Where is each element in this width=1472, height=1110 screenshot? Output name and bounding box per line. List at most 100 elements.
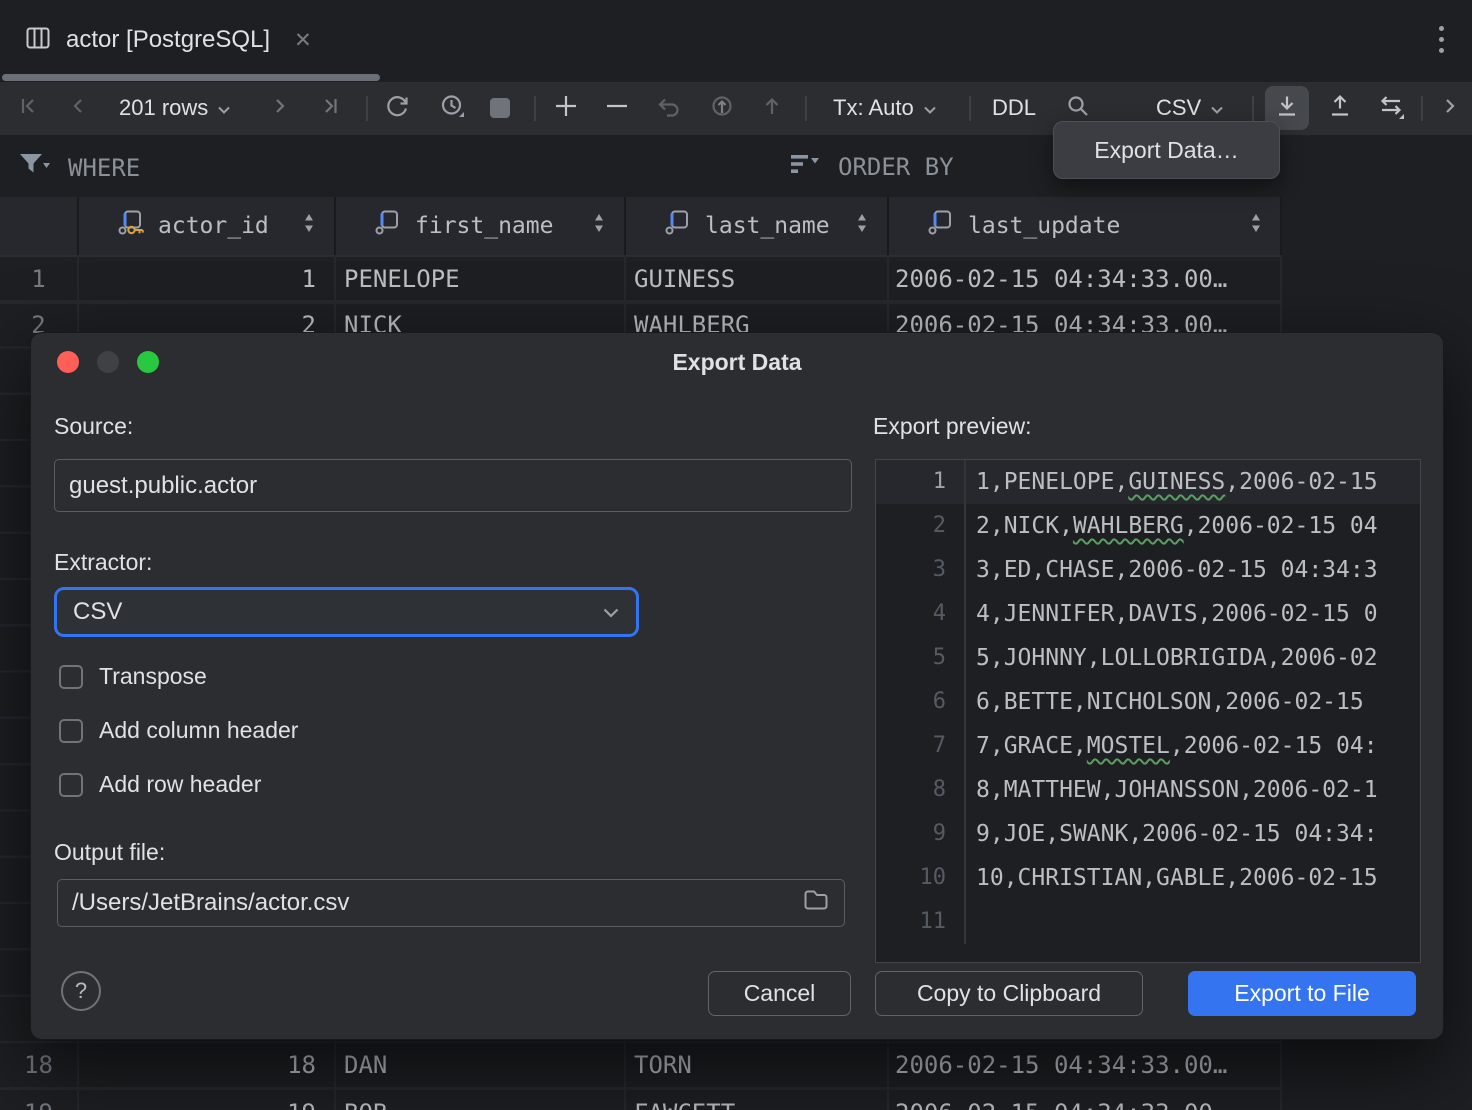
revert-circle-icon <box>708 92 736 125</box>
cell-last-update[interactable]: 2006-02-15 04:34:33.00… <box>887 265 1281 293</box>
table-row[interactable]: 1 1 PENELOPE GUINESS 2006-02-15 04:34:33… <box>0 256 1281 304</box>
sort-toggle-icon[interactable] <box>592 211 606 241</box>
column-name: last_update <box>968 213 1120 239</box>
column-header-first-name[interactable]: first_name <box>334 197 624 255</box>
cell-actor-id[interactable]: 19 <box>77 1099 334 1110</box>
line-text: 6,BETTE,NICHOLSON,2006-02-15 <box>966 689 1378 715</box>
sort-toggle-icon[interactable] <box>855 211 869 241</box>
toolbar-separator <box>534 96 536 121</box>
checkbox-unchecked-icon[interactable] <box>59 665 83 689</box>
sort-toggle-icon[interactable] <box>1249 211 1263 241</box>
line-text: 4,JENNIFER,DAVIS,2006-02-15 0 <box>966 601 1378 627</box>
row-count-dropdown[interactable]: 201 rows <box>119 86 231 130</box>
chevron-right-icon <box>267 93 293 124</box>
previous-page-button[interactable] <box>56 86 100 130</box>
table-icon <box>24 24 52 57</box>
compare-data-button[interactable] <box>1369 86 1413 130</box>
tab-bar: actor [PostgreSQL] ✕ <box>0 0 1472 82</box>
column-name: last_name <box>705 213 830 239</box>
column-header-last-update[interactable]: last_update <box>887 197 1281 255</box>
download-icon <box>1273 92 1301 125</box>
tab-title: actor [PostgreSQL] <box>66 26 270 54</box>
line-number: 6 <box>876 680 966 724</box>
source-value: guest.public.actor <box>69 472 257 500</box>
arrow-up-icon <box>758 92 786 125</box>
cell-first-name[interactable]: BOB <box>334 1099 624 1110</box>
export-to-file-button[interactable]: Export to File <box>1188 971 1416 1016</box>
output-file-field[interactable]: /Users/JetBrains/actor.csv <box>57 879 845 927</box>
extractor-label: Extractor: <box>54 549 152 576</box>
add-row-button[interactable] <box>544 86 588 130</box>
cell-actor-id[interactable]: 1 <box>77 265 334 293</box>
submit-changes-button[interactable] <box>750 86 794 130</box>
search-icon <box>1064 92 1092 125</box>
checkbox-unchecked-icon[interactable] <box>59 773 83 797</box>
stop-query-button[interactable] <box>478 86 522 130</box>
tab-actor-postgresql[interactable]: actor [PostgreSQL] ✕ <box>0 0 330 80</box>
chevron-right-icon <box>1438 94 1462 123</box>
toolbar-separator <box>366 96 368 121</box>
transaction-mode-dropdown[interactable]: Tx: Auto <box>833 86 937 130</box>
add-row-header-option[interactable]: Add row header <box>59 771 261 798</box>
table-row[interactable]: 19 19 BOB FAWCETT 2006-02-15 04:34:33.00… <box>0 1090 1281 1110</box>
reload-data-button[interactable] <box>375 86 419 130</box>
export-preview-editor[interactable]: 11,PENELOPE,GUINESS,2006-02-15 22,NICK,W… <box>875 459 1421 963</box>
where-filter[interactable]: WHERE <box>17 150 140 186</box>
preview-line: 99,JOE,SWANK,2006-02-15 04:34: <box>876 812 1420 856</box>
active-tab-indicator <box>2 74 380 81</box>
import-data-button[interactable] <box>1318 86 1362 130</box>
ddl-button[interactable]: DDL <box>992 86 1036 130</box>
row-count-label: 201 rows <box>119 95 208 121</box>
cell-last-name[interactable]: TORN <box>624 1051 887 1079</box>
cell-last-name[interactable]: FAWCETT <box>624 1099 887 1110</box>
undo-icon <box>655 92 683 125</box>
delete-row-button[interactable] <box>595 86 639 130</box>
export-data-dialog: Export Data Source: guest.public.actor E… <box>30 332 1444 1040</box>
line-text: 2,NICK,WAHLBERG,2006-02-15 04 <box>966 513 1378 539</box>
cell-last-update[interactable]: 2006-02-15 04:34:33.00… <box>887 1051 1281 1079</box>
cell-actor-id[interactable]: 18 <box>77 1051 334 1079</box>
checkbox-label: Add row header <box>99 771 261 798</box>
preview-line: 1010,CHRISTIAN,GABLE,2006-02-15 <box>876 856 1420 900</box>
column-header-last-name[interactable]: last_name <box>624 197 887 255</box>
table-row[interactable]: 18 18 DAN TORN 2006-02-15 04:34:33.00… <box>0 1042 1281 1090</box>
last-page-button[interactable] <box>308 86 352 130</box>
line-number: 8 <box>876 768 966 812</box>
tooltip-text: Export Data… <box>1094 137 1238 164</box>
order-by-filter[interactable]: ORDER BY <box>789 150 954 184</box>
copy-to-clipboard-button[interactable]: Copy to Clipboard <box>875 971 1143 1016</box>
rollback-button[interactable] <box>700 86 744 130</box>
cell-last-update[interactable]: 2006-02-15 04:34:33.00… <box>887 1099 1281 1110</box>
line-number: 1 <box>876 460 966 504</box>
folder-browse-icon[interactable] <box>802 887 830 920</box>
first-page-button[interactable] <box>6 86 50 130</box>
extractor-dropdown[interactable]: CSV <box>54 587 639 637</box>
checkbox-unchecked-icon[interactable] <box>59 719 83 743</box>
cell-first-name[interactable]: PENELOPE <box>334 265 624 293</box>
line-number: 11 <box>876 900 966 944</box>
cancel-button[interactable]: Cancel <box>708 971 851 1016</box>
source-field[interactable]: guest.public.actor <box>54 459 852 512</box>
last-page-icon <box>317 93 343 124</box>
plus-icon <box>551 91 581 126</box>
more-options-kebab-icon[interactable] <box>1439 26 1444 53</box>
close-tab-icon[interactable]: ✕ <box>294 28 312 53</box>
help-button[interactable]: ? <box>61 971 101 1011</box>
cell-first-name[interactable]: DAN <box>334 1051 624 1079</box>
add-column-header-option[interactable]: Add column header <box>59 717 298 744</box>
column-name: first_name <box>415 213 553 239</box>
chevron-down-icon <box>602 598 620 626</box>
line-text: 10,CHRISTIAN,GABLE,2006-02-15 <box>966 865 1378 891</box>
next-page-button[interactable] <box>258 86 302 130</box>
revert-changes-button[interactable] <box>647 86 691 130</box>
line-number: 2 <box>876 504 966 548</box>
sort-toggle-icon[interactable] <box>302 211 316 241</box>
query-history-button[interactable] <box>430 86 474 130</box>
toolbar-separator <box>1421 96 1423 121</box>
transpose-option[interactable]: Transpose <box>59 663 207 690</box>
where-label: WHERE <box>68 154 140 182</box>
column-header-actor-id[interactable]: actor_id <box>77 197 334 255</box>
cancel-label: Cancel <box>744 980 816 1007</box>
cell-last-name[interactable]: GUINESS <box>624 265 887 293</box>
toolbar-overflow-button[interactable] <box>1428 86 1472 130</box>
